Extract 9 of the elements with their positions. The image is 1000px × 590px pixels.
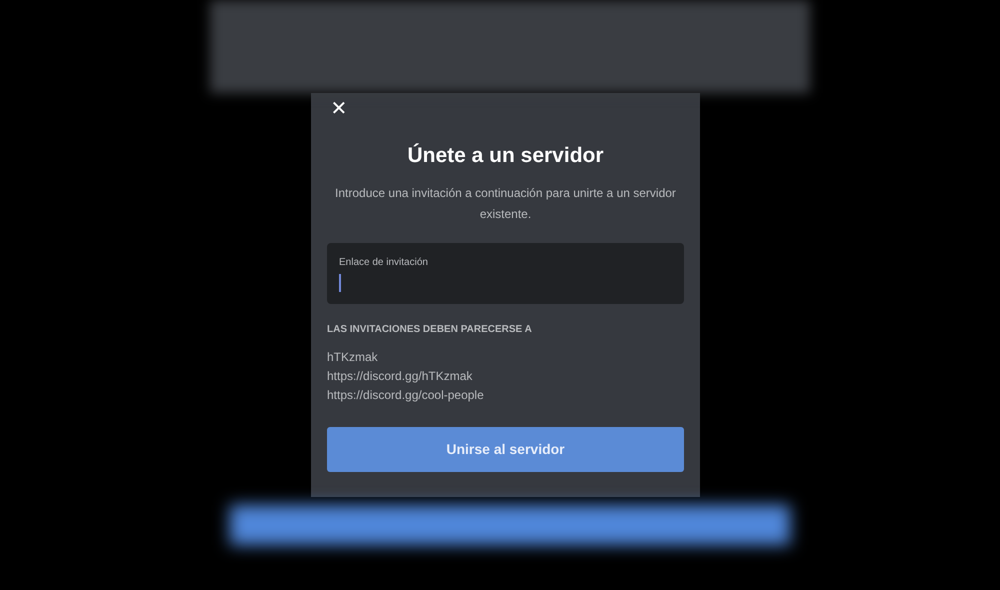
examples-heading: LAS INVITACIONES DEBEN PARECERSE A [327, 323, 532, 338]
example-invite: https://discord.gg/hTKzmak [327, 368, 472, 386]
dialog-title: Únete a un servidor [407, 143, 604, 169]
example-invite: hTKzmak [327, 349, 378, 366]
dialog-subtitle: Introduce una invitación a continuación para unirte a un servidor existente. [334, 185, 677, 224]
invite-link-field[interactable]: Enlace de invitación [327, 243, 684, 304]
example-invite: https://discord.gg/cool-people [327, 387, 484, 404]
close-button[interactable]: ✕ [327, 97, 351, 121]
field-label: Enlace de invitación [339, 257, 428, 270]
